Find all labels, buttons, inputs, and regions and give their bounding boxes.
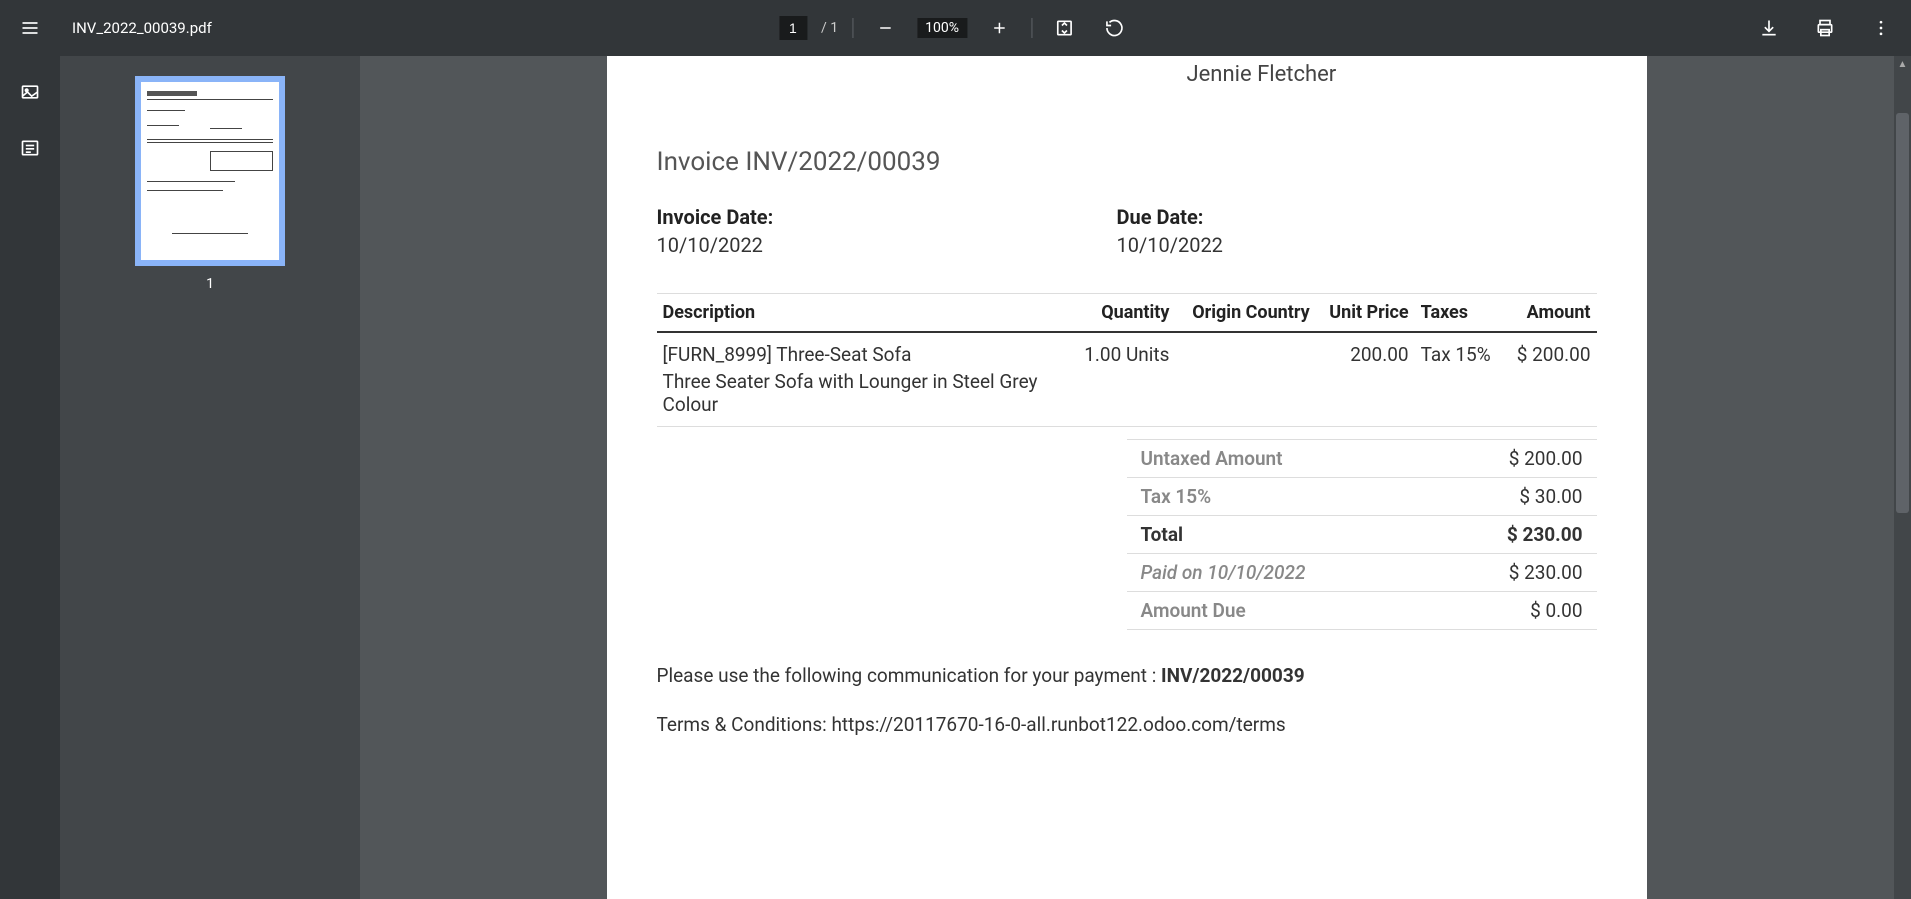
zoom-out-button[interactable] xyxy=(867,10,903,46)
line-item-name: [FURN_8999] Three-Seat Sofa xyxy=(663,343,1065,366)
tax-value: $ 30.00 xyxy=(1432,478,1596,516)
col-quantity: Quantity xyxy=(1070,294,1175,333)
page-number-input[interactable] xyxy=(779,16,807,40)
due-date-label: Due Date: xyxy=(1117,205,1577,229)
total-value: $ 230.00 xyxy=(1432,516,1596,554)
invoice-lines-table: Description Quantity Origin Country Unit… xyxy=(657,293,1597,427)
more-actions-button[interactable] xyxy=(1863,10,1899,46)
line-quantity: 1.00 Units xyxy=(1070,332,1175,427)
col-taxes: Taxes xyxy=(1415,294,1504,333)
customer-name: Jennie Fletcher xyxy=(1187,56,1597,147)
col-description: Description xyxy=(657,294,1071,333)
scrollbar-track[interactable] xyxy=(1894,73,1911,899)
scrollbar[interactable]: ▲ xyxy=(1894,56,1911,899)
amount-due-value: $ 0.00 xyxy=(1432,592,1596,630)
scroll-up-icon[interactable]: ▲ xyxy=(1894,56,1911,73)
untaxed-value: $ 200.00 xyxy=(1432,440,1596,478)
invoice-date-label: Invoice Date: xyxy=(657,205,1117,229)
totals-table: Untaxed Amount $ 200.00 Tax 15% $ 30.00 … xyxy=(1127,439,1597,630)
payment-communication: Please use the following communication f… xyxy=(657,664,1597,687)
line-taxes: Tax 15% xyxy=(1415,332,1504,427)
col-unit-price: Unit Price xyxy=(1316,294,1415,333)
document-filename: INV_2022_00039.pdf xyxy=(72,19,212,37)
terms-conditions: Terms & Conditions: https://20117670-16-… xyxy=(657,713,1597,736)
payment-communication-ref: INV/2022/00039 xyxy=(1161,664,1305,687)
rotate-button[interactable] xyxy=(1096,10,1132,46)
main-area: 1 Jennie Fletcher Invoice INV/2022/00039… xyxy=(0,56,1911,899)
menu-icon[interactable] xyxy=(12,10,48,46)
thumbnail-page-number: 1 xyxy=(206,276,214,292)
toolbar-separator xyxy=(1031,18,1032,38)
thumbnails-panel: 1 xyxy=(60,56,360,899)
line-amount: $ 200.00 xyxy=(1504,332,1597,427)
sidebar-icon-rail xyxy=(0,56,60,899)
scrollbar-thumb[interactable] xyxy=(1896,113,1909,513)
document-page: Jennie Fletcher Invoice INV/2022/00039 I… xyxy=(607,56,1647,899)
outline-icon[interactable] xyxy=(18,136,42,160)
thumbnails-icon[interactable] xyxy=(18,80,42,104)
invoice-title: Invoice INV/2022/00039 xyxy=(657,147,1597,177)
zoom-level[interactable]: 100% xyxy=(917,18,967,38)
table-row: [FURN_8999] Three-Seat Sofa Three Seater… xyxy=(657,332,1597,427)
tax-label: Tax 15% xyxy=(1127,478,1433,516)
invoice-date-value: 10/10/2022 xyxy=(657,233,1117,257)
total-label: Total xyxy=(1127,516,1433,554)
dates-row: Invoice Date: 10/10/2022 Due Date: 10/10… xyxy=(657,205,1597,257)
paid-value: $ 230.00 xyxy=(1432,554,1596,592)
amount-due-label: Amount Due xyxy=(1127,592,1433,630)
untaxed-label: Untaxed Amount xyxy=(1127,440,1433,478)
col-amount: Amount xyxy=(1504,294,1597,333)
zoom-in-button[interactable] xyxy=(981,10,1017,46)
download-button[interactable] xyxy=(1751,10,1787,46)
toolbar-separator xyxy=(852,18,853,38)
fit-page-button[interactable] xyxy=(1046,10,1082,46)
line-unit-price: 200.00 xyxy=(1316,332,1415,427)
page-total-value: 1 xyxy=(830,20,838,36)
document-viewer[interactable]: Jennie Fletcher Invoice INV/2022/00039 I… xyxy=(360,56,1911,899)
col-origin-country: Origin Country xyxy=(1175,294,1315,333)
print-button[interactable] xyxy=(1807,10,1843,46)
due-date-value: 10/10/2022 xyxy=(1117,233,1577,257)
line-origin-country xyxy=(1175,332,1315,427)
toolbar: INV_2022_00039.pdf / 1 100% xyxy=(0,0,1911,56)
payment-communication-prefix: Please use the following communication f… xyxy=(657,664,1162,687)
paid-label: Paid on 10/10/2022 xyxy=(1127,554,1433,592)
page-thumbnail[interactable] xyxy=(135,76,285,266)
page-total-label: / 1 xyxy=(821,20,838,36)
line-item-desc: Three Seater Sofa with Lounger in Steel … xyxy=(663,370,1065,416)
